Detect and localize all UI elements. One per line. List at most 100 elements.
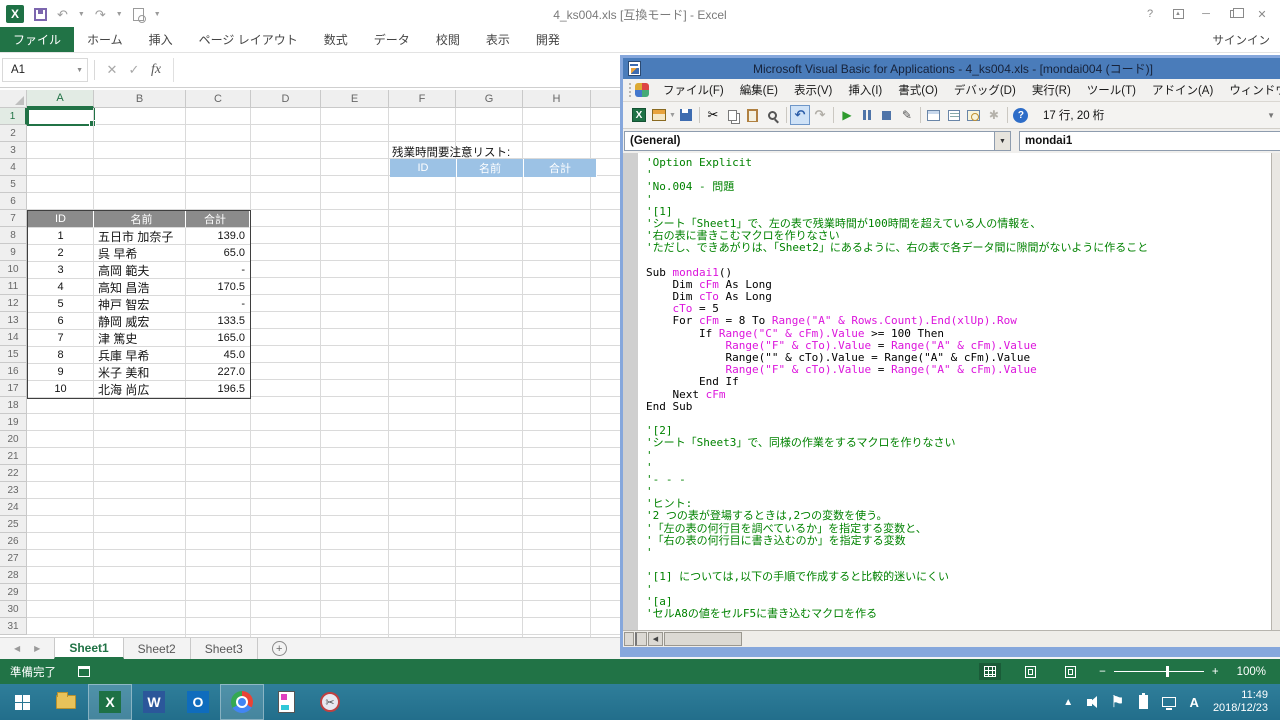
vba-menu-アドイン(A)[interactable]: アドイン(A) <box>1144 79 1221 101</box>
reset-button[interactable] <box>877 105 897 125</box>
vba-code-pane[interactable]: 'Option Explicit''No.004 - 問題''[1]'シート「S… <box>623 153 1280 630</box>
snipping-tool-button[interactable]: ✂ <box>308 684 352 720</box>
volume-icon[interactable] <box>1087 699 1092 706</box>
row-header-27[interactable]: 27 <box>0 550 27 567</box>
qat-customize-icon[interactable]: ▼ <box>154 11 161 18</box>
row-header-11[interactable]: 11 <box>0 278 27 295</box>
column-header-E[interactable]: E <box>321 90 389 108</box>
redo-dropdown-icon[interactable]: ▼ <box>116 11 123 18</box>
name-box[interactable]: A1▼ <box>2 58 88 82</box>
prev-sheet-icon[interactable]: ◀ <box>14 644 20 653</box>
left-table-header-名前[interactable]: 名前 <box>94 211 186 228</box>
toolbox-button[interactable]: ✱ <box>984 105 1004 125</box>
zoom-level[interactable]: 100% <box>1237 666 1266 678</box>
insert-userform-button[interactable] <box>649 105 669 125</box>
undo-icon[interactable]: ↶ <box>57 8 68 21</box>
row-header-9[interactable]: 9 <box>0 244 27 261</box>
object-browser-button[interactable] <box>964 105 984 125</box>
row-header-28[interactable]: 28 <box>0 567 27 584</box>
cut-button[interactable]: ✂ <box>703 105 723 125</box>
cell-id[interactable]: 8 <box>28 347 94 364</box>
cell-name[interactable]: 高岡 範夫 <box>94 262 186 279</box>
cell-name[interactable]: 五日市 加奈子 <box>94 228 186 245</box>
cell-total[interactable]: 227.0 <box>186 364 250 381</box>
run-macro-button[interactable]: ▶ <box>837 105 857 125</box>
undo-dropdown-icon[interactable]: ▼ <box>78 11 85 18</box>
row-header-12[interactable]: 12 <box>0 295 27 312</box>
procedure-view-icon[interactable] <box>635 632 647 646</box>
active-cell-selection[interactable] <box>27 108 95 126</box>
row-header-3[interactable]: 3 <box>0 142 27 159</box>
vba-menu-挿入(I)[interactable]: 挿入(I) <box>840 79 890 101</box>
page-layout-view-button[interactable] <box>1019 663 1041 680</box>
row-header-4[interactable]: 4 <box>0 159 27 176</box>
cell-id[interactable]: 1 <box>28 228 94 245</box>
cell-name[interactable]: 米子 美和 <box>94 364 186 381</box>
clock[interactable]: 11:49 2018/12/23 <box>1213 689 1268 715</box>
row-header-19[interactable]: 19 <box>0 414 27 431</box>
zoom-slider-thumb[interactable] <box>1166 666 1169 677</box>
add-sheet-button[interactable]: + <box>272 641 287 656</box>
row-header-18[interactable]: 18 <box>0 397 27 414</box>
sheet-tab-Sheet1[interactable]: Sheet1 <box>54 638 123 659</box>
design-mode-button[interactable]: ✎ <box>897 105 917 125</box>
vba-menu-編集(E)[interactable]: 編集(E) <box>732 79 786 101</box>
cell-total[interactable]: 133.5 <box>186 313 250 330</box>
ribbon-tab-ホーム[interactable]: ホーム <box>74 27 136 52</box>
cell-name[interactable]: 高知 昌浩 <box>94 279 186 296</box>
view-excel-button[interactable]: X <box>629 105 649 125</box>
name-box-dropdown-icon[interactable]: ▼ <box>76 67 83 74</box>
cell-total[interactable]: 170.5 <box>186 279 250 296</box>
procedure-combo[interactable]: mondai1 <box>1019 131 1280 151</box>
row-header-16[interactable]: 16 <box>0 363 27 380</box>
cell-id[interactable]: 10 <box>28 381 94 398</box>
select-all-corner[interactable] <box>0 90 27 108</box>
cell-total[interactable]: - <box>186 296 250 313</box>
column-header-C[interactable]: C <box>186 90 251 108</box>
sign-in-link[interactable]: サインイン <box>1213 32 1271 48</box>
vba-menu-書式(O)[interactable]: 書式(O) <box>890 79 946 101</box>
sheet-tab-Sheet2[interactable]: Sheet2 <box>124 638 191 659</box>
row-header-22[interactable]: 22 <box>0 465 27 482</box>
vba-help-button[interactable]: ? <box>1011 105 1031 125</box>
row-header-26[interactable]: 26 <box>0 533 27 550</box>
start-button[interactable] <box>0 684 44 720</box>
ribbon-display-options-button[interactable]: ▲ <box>1164 2 1192 26</box>
cell-total[interactable]: 196.5 <box>186 381 250 398</box>
row-header-30[interactable]: 30 <box>0 601 27 618</box>
split-box-icon[interactable] <box>624 632 634 646</box>
vba-vertical-scrollbar[interactable] <box>1271 153 1280 630</box>
cell-id[interactable]: 3 <box>28 262 94 279</box>
vba-undo-button[interactable]: ↶ <box>790 105 810 125</box>
row-header-7[interactable]: 7 <box>0 210 27 227</box>
row-header-23[interactable]: 23 <box>0 482 27 499</box>
network-icon[interactable] <box>1162 697 1176 707</box>
minimize-button[interactable]: ─ <box>1192 2 1220 26</box>
outlook-taskbar-button[interactable]: O <box>176 684 220 720</box>
object-combo-dropdown-icon[interactable]: ▼ <box>994 132 1010 150</box>
redo-icon[interactable]: ↷ <box>95 8 106 21</box>
find-button[interactable] <box>763 105 783 125</box>
vba-code-lines[interactable]: 'Option Explicit''No.004 - 問題''[1]'シート「S… <box>638 153 1271 630</box>
column-header-B[interactable]: B <box>94 90 186 108</box>
row-header-8[interactable]: 8 <box>0 227 27 244</box>
file-explorer-button[interactable] <box>44 684 88 720</box>
action-center-icon[interactable]: ⚑ <box>1110 692 1124 712</box>
ribbon-tab-挿入[interactable]: 挿入 <box>136 27 186 52</box>
hscroll-thumb[interactable] <box>664 632 742 646</box>
cell-name[interactable]: 兵庫 早希 <box>94 347 186 364</box>
row-header-29[interactable]: 29 <box>0 584 27 601</box>
cell-total[interactable]: 165.0 <box>186 330 250 347</box>
cell-id[interactable]: 5 <box>28 296 94 313</box>
project-explorer-button[interactable] <box>924 105 944 125</box>
cell-name[interactable]: 静岡 威宏 <box>94 313 186 330</box>
vba-titlebar[interactable]: Microsoft Visual Basic for Applications … <box>623 58 1280 79</box>
column-header-A[interactable]: A <box>27 90 94 108</box>
ribbon-tab-データ[interactable]: データ <box>361 27 423 52</box>
cell-total[interactable]: - <box>186 262 250 279</box>
copy-button[interactable] <box>723 105 743 125</box>
vba-save-button[interactable] <box>676 105 696 125</box>
properties-window-button[interactable] <box>944 105 964 125</box>
scroll-left-icon[interactable]: ◀ <box>648 632 663 646</box>
vba-redo-button[interactable]: ↷ <box>810 105 830 125</box>
